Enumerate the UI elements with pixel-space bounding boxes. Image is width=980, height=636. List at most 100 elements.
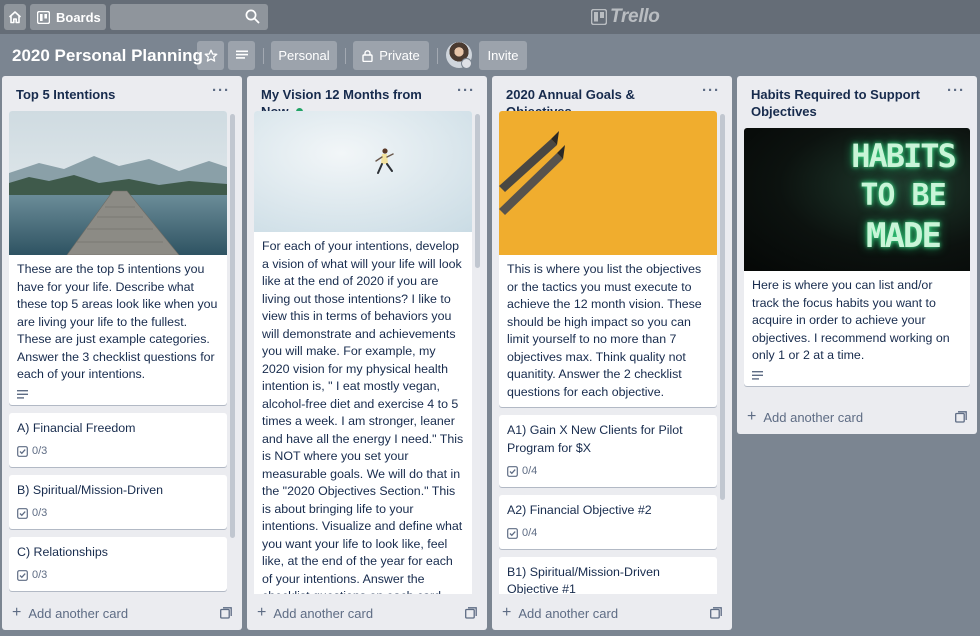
- description-icon: [752, 370, 763, 380]
- top-bar: Boards Trello: [0, 0, 980, 34]
- boards-button[interactable]: Boards: [30, 4, 106, 30]
- card-text: This is where you list the objectives or…: [507, 262, 702, 399]
- card-text: For each of your intentions, develop a v…: [262, 239, 464, 594]
- card-title: B1) Spiritual/Mission-Driven Objective #…: [507, 564, 660, 595]
- team-label: Personal: [278, 48, 330, 63]
- card[interactable]: B) Spiritual/Mission-Driven 0/3: [9, 474, 227, 529]
- star-icon: [204, 49, 217, 62]
- checklist-icon: [507, 528, 518, 540]
- card[interactable]: For each of your intentions, develop a v…: [254, 111, 472, 594]
- card-template-icon[interactable]: [465, 607, 477, 619]
- add-card-button[interactable]: + Add another card: [502, 602, 724, 624]
- checklist-icon: [17, 446, 28, 458]
- plus-icon: +: [257, 604, 267, 621]
- checklist-icon: [17, 508, 28, 520]
- boards-icon: [37, 10, 50, 24]
- add-card-label: Add another card: [273, 605, 374, 621]
- board-menu-button[interactable]: [228, 41, 255, 70]
- checklist-count: 0/4: [522, 527, 538, 539]
- card-list: These are the top 5 intentions you have …: [9, 111, 227, 594]
- search-icon: [245, 9, 260, 24]
- header-divider: [345, 48, 346, 64]
- team-button[interactable]: Personal: [271, 41, 337, 70]
- home-button[interactable]: [4, 4, 26, 30]
- card-template-icon[interactable]: [220, 607, 232, 619]
- list-annual-goals: 2020 Annual Goals & Objectives ··· This …: [492, 76, 732, 630]
- card-text: Here is where you can list and/or track …: [752, 278, 950, 362]
- card[interactable]: A2) Financial Objective #2 0/4: [499, 494, 717, 549]
- checklist-icon: [507, 466, 518, 478]
- checklist-count: 0/3: [32, 445, 48, 457]
- list-header[interactable]: Top 5 Intentions ···: [2, 76, 242, 109]
- add-card-label: Add another card: [28, 605, 129, 621]
- plus-icon: +: [502, 604, 512, 621]
- list-my-vision: My Vision 12 Months from Now ··· For eac…: [247, 76, 487, 630]
- boards-label: Boards: [56, 9, 101, 25]
- list-scrollbar[interactable]: [475, 114, 480, 268]
- board-menu-icon: [235, 50, 248, 59]
- add-card-button[interactable]: + Add another card: [12, 602, 234, 624]
- card[interactable]: This is where you list the objectives or…: [499, 111, 717, 407]
- list-scrollbar[interactable]: [230, 114, 235, 538]
- visibility-label: Private: [379, 48, 420, 63]
- visibility-button[interactable]: Private: [353, 41, 429, 70]
- add-card-button[interactable]: + Add another card: [257, 602, 479, 624]
- card-title: B) Spiritual/Mission-Driven: [17, 482, 163, 497]
- card-title: A1) Gain X New Clients for Pilot Program…: [507, 423, 683, 455]
- mountain-lake-dock-photo: [9, 111, 227, 255]
- card[interactable]: These are the top 5 intentions you have …: [9, 111, 227, 405]
- checklist-icon: [17, 570, 28, 582]
- card[interactable]: A) Financial Freedom 0/3: [9, 412, 227, 467]
- header-divider: [437, 48, 438, 64]
- list-habits: Habits Required to Support Objectives ··…: [737, 76, 977, 434]
- list-header[interactable]: Habits Required to Support Objectives ··…: [737, 76, 977, 126]
- habits-neon-sign-photo: HABITS TO BE MADE: [744, 128, 970, 271]
- card[interactable]: C) Relationships 0/3: [9, 536, 227, 591]
- header-divider: [263, 48, 264, 64]
- card-list: HABITS TO BE MADE Here is where you can …: [744, 128, 970, 398]
- list-menu-icon[interactable]: ···: [457, 82, 475, 99]
- pencils-on-yellow-photo: [499, 111, 717, 255]
- plus-icon: +: [12, 604, 22, 621]
- lock-icon: [362, 49, 373, 62]
- invite-button[interactable]: Invite: [479, 41, 527, 70]
- search-input[interactable]: [110, 4, 268, 30]
- add-card-label: Add another card: [518, 605, 619, 621]
- card-title: A) Financial Freedom: [17, 420, 136, 435]
- list-menu-icon[interactable]: ···: [212, 82, 230, 99]
- checklist-count: 0/4: [522, 465, 538, 477]
- home-icon: [8, 11, 22, 24]
- card-text: These are the top 5 intentions you have …: [17, 262, 218, 381]
- admin-badge: [461, 58, 472, 69]
- list-scrollbar[interactable]: [720, 114, 725, 500]
- star-button[interactable]: [197, 41, 224, 70]
- add-card-label: Add another card: [763, 409, 864, 425]
- card[interactable]: A1) Gain X New Clients for Pilot Program…: [499, 415, 717, 487]
- card-list: For each of your intentions, develop a v…: [254, 111, 472, 594]
- trello-logo[interactable]: Trello: [591, 6, 660, 28]
- person-jumping-snow-photo: [254, 111, 472, 232]
- neon-text-line: MADE: [866, 216, 942, 256]
- checklist-count: 0/3: [32, 507, 48, 519]
- invite-label: Invite: [487, 48, 519, 63]
- list-menu-icon[interactable]: ···: [702, 82, 720, 99]
- card-list: This is where you list the objectives or…: [499, 111, 717, 594]
- list-title[interactable]: Habits Required to Support Objectives: [751, 87, 920, 119]
- logo-text: Trello: [610, 6, 660, 27]
- description-icon: [17, 389, 28, 399]
- list-menu-icon[interactable]: ···: [947, 82, 965, 99]
- card[interactable]: B1) Spiritual/Mission-Driven Objective #…: [499, 556, 717, 595]
- board-title[interactable]: 2020 Personal Planning: [12, 44, 203, 68]
- card[interactable]: HABITS TO BE MADE Here is where you can …: [744, 128, 970, 386]
- card-template-icon[interactable]: [710, 607, 722, 619]
- neon-text-line: TO BE: [860, 178, 946, 213]
- checklist-count: 0/3: [32, 569, 48, 581]
- neon-text-line: HABITS: [851, 137, 957, 175]
- card-template-icon[interactable]: [955, 411, 967, 423]
- list-title[interactable]: Top 5 Intentions: [16, 87, 115, 102]
- list-top-5-intentions: Top 5 Intentions ··· These are the top 5…: [2, 76, 242, 630]
- trello-logo-icon: [591, 9, 607, 25]
- add-card-button[interactable]: + Add another card: [747, 406, 969, 428]
- card-title: C) Relationships: [17, 544, 108, 559]
- plus-icon: +: [747, 408, 757, 425]
